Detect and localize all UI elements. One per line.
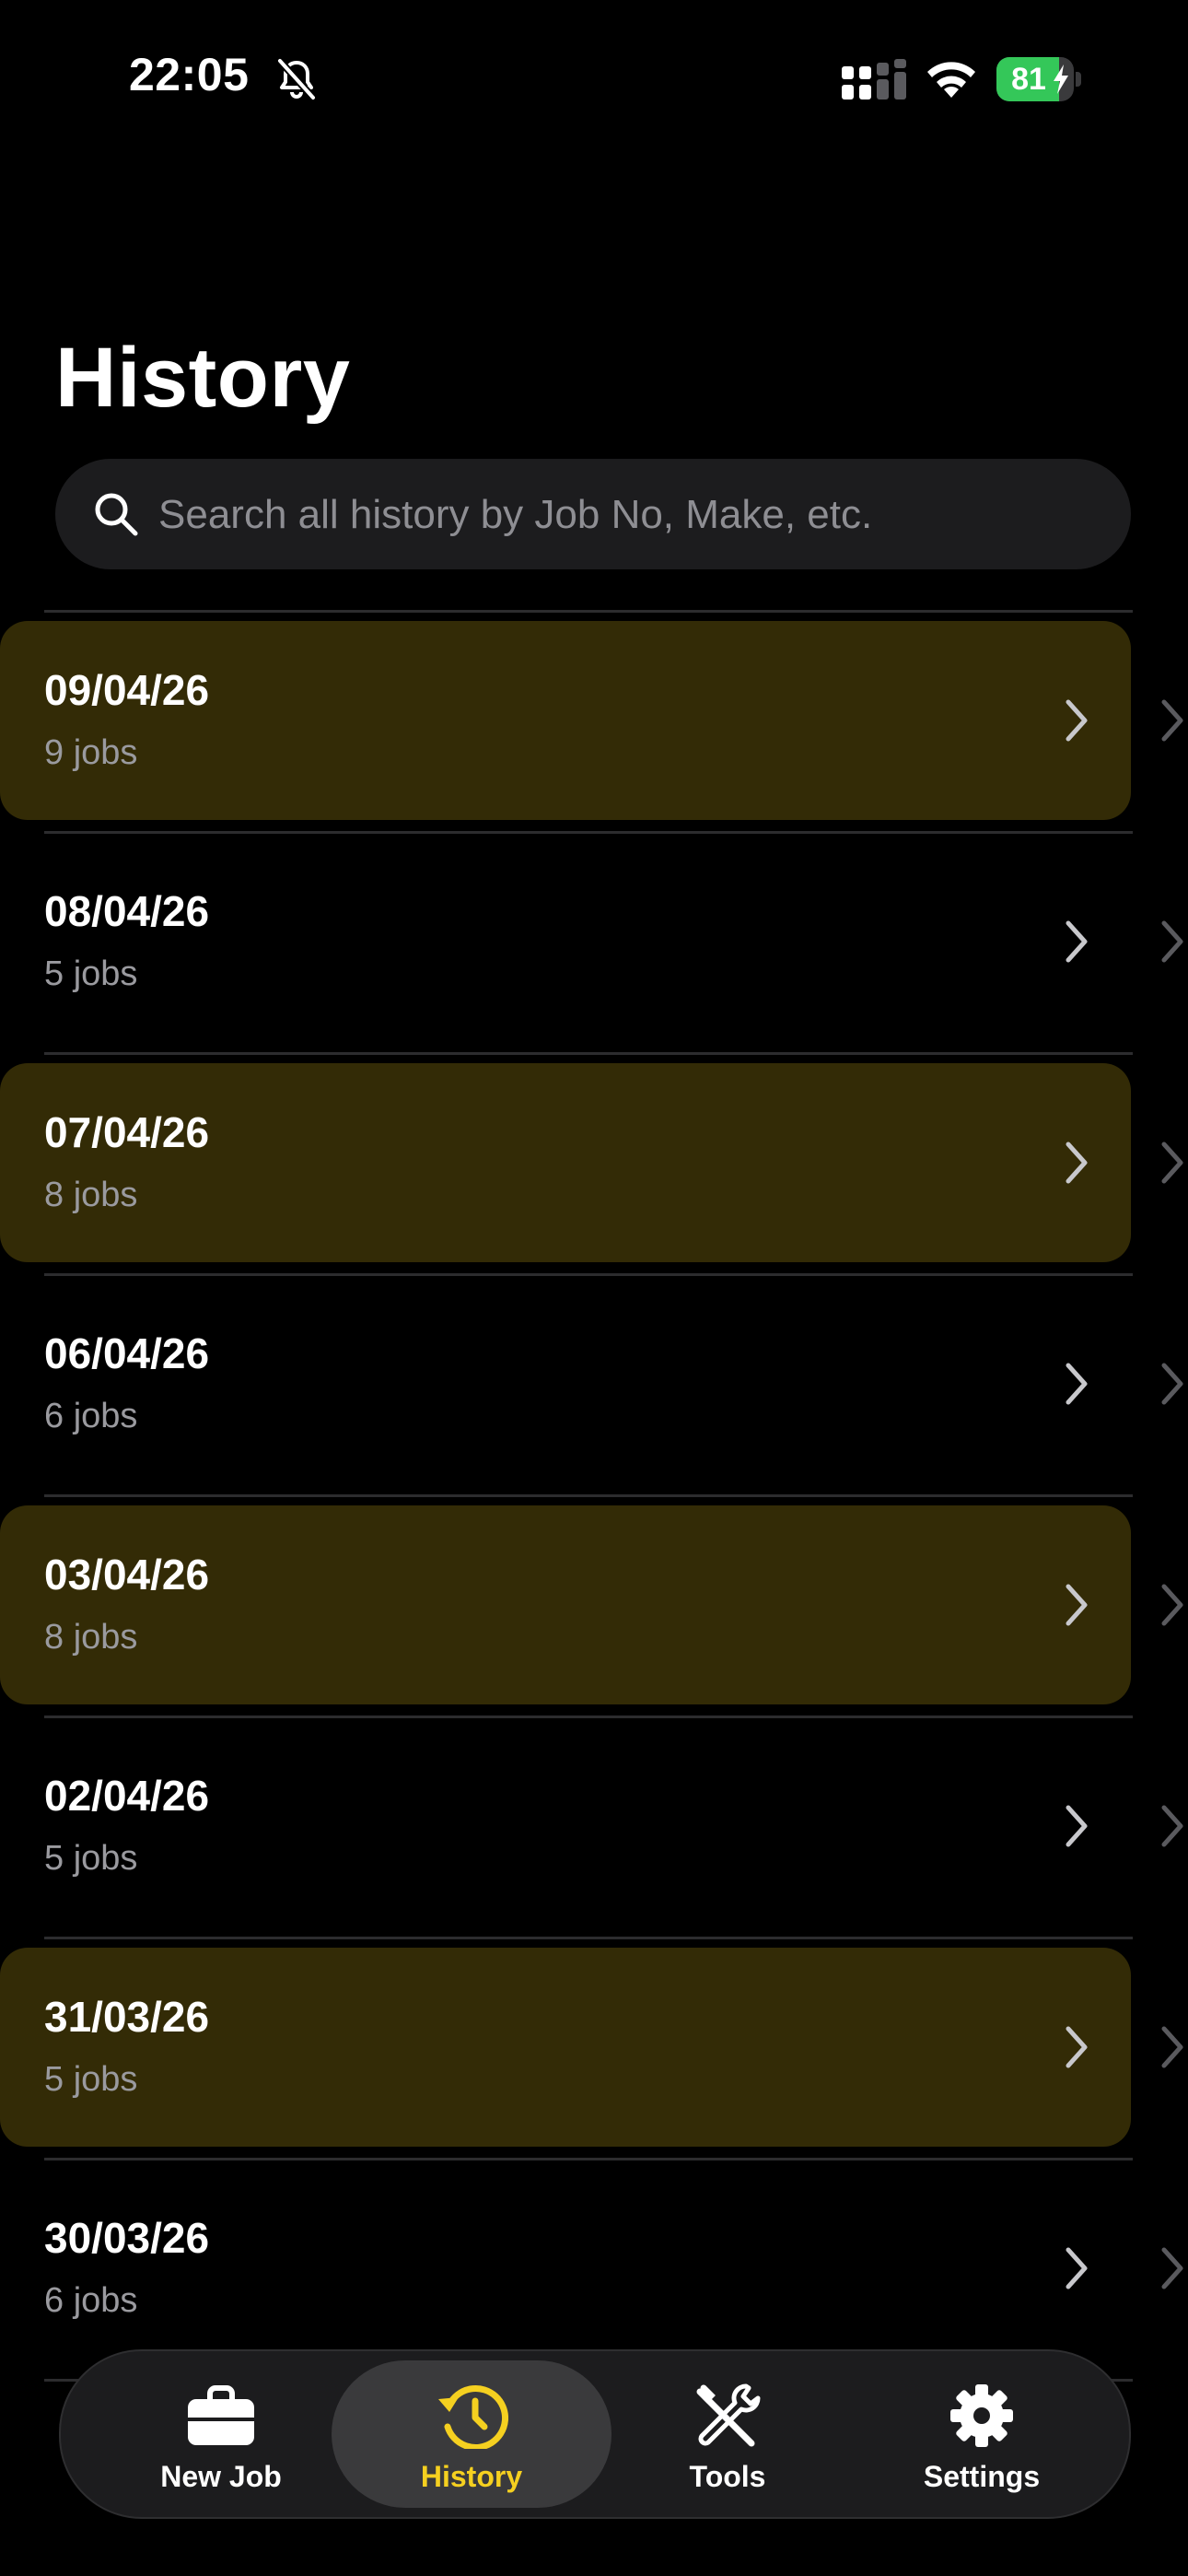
chevron-right-icon xyxy=(1161,1805,1183,1847)
row-divider xyxy=(44,1937,1133,1939)
battery-indicator: 81 xyxy=(996,57,1081,101)
tab-label: New Job xyxy=(160,2460,282,2493)
history-date: 07/04/26 xyxy=(44,1108,210,1156)
search-input[interactable] xyxy=(157,459,1100,571)
search-icon xyxy=(95,493,138,536)
tools-icon xyxy=(696,2383,761,2447)
tab-history[interactable]: History xyxy=(332,2360,611,2508)
chevron-right-icon xyxy=(1066,1805,1088,1847)
chevron-right-icon xyxy=(1161,2247,1183,2289)
chevron-right-icon xyxy=(1161,1142,1183,1184)
history-row[interactable]: 30/03/26 6 jobs xyxy=(0,2169,1131,2368)
clock-history-icon xyxy=(438,2385,508,2449)
history-row[interactable]: 09/04/26 9 jobs xyxy=(0,621,1131,820)
history-date: 09/04/26 xyxy=(44,666,210,714)
history-job-count: 5 jobs xyxy=(44,1839,138,1878)
row-divider xyxy=(44,1715,1133,1718)
history-date: 02/04/26 xyxy=(44,1772,210,1820)
gear-icon xyxy=(950,2384,1013,2447)
bell-slash-icon xyxy=(277,58,316,100)
cellular-signal-icon xyxy=(842,59,906,100)
chevron-right-icon xyxy=(1066,1142,1088,1184)
history-row[interactable]: 03/04/26 8 jobs xyxy=(0,1505,1131,1704)
history-job-count: 6 jobs xyxy=(44,2281,138,2320)
history-row[interactable]: 02/04/26 5 jobs xyxy=(0,1727,1131,1926)
chevron-right-icon xyxy=(1066,2247,1088,2289)
row-divider xyxy=(44,2158,1133,2160)
tab-settings[interactable]: Settings xyxy=(842,2360,1122,2508)
row-divider xyxy=(44,831,1133,834)
history-job-count: 9 jobs xyxy=(44,733,138,772)
battery-charging-icon xyxy=(1054,64,1068,94)
history-row[interactable]: 31/03/26 5 jobs xyxy=(0,1948,1131,2147)
history-job-count: 8 jobs xyxy=(44,1618,138,1657)
history-date: 03/04/26 xyxy=(44,1551,210,1598)
chevron-right-icon xyxy=(1066,2026,1088,2068)
history-job-count: 8 jobs xyxy=(44,1176,138,1214)
tab-label: History xyxy=(420,2460,523,2493)
history-job-count: 6 jobs xyxy=(44,1397,138,1435)
tab-tools[interactable]: Tools xyxy=(588,2360,868,2508)
chevron-right-icon xyxy=(1161,2026,1183,2068)
history-date: 06/04/26 xyxy=(44,1329,210,1377)
chevron-right-icon xyxy=(1066,1363,1088,1405)
chevron-right-icon xyxy=(1066,920,1088,963)
history-date: 30/03/26 xyxy=(44,2214,210,2262)
page-title: History xyxy=(55,331,351,425)
chevron-right-icon xyxy=(1161,920,1183,963)
row-divider xyxy=(44,1273,1133,1276)
row-divider xyxy=(44,610,1133,613)
chevron-right-icon xyxy=(1066,1584,1088,1626)
search-bar[interactable] xyxy=(55,459,1131,571)
tab-label: Settings xyxy=(923,2460,1041,2493)
row-divider xyxy=(44,1494,1133,1497)
history-date: 31/03/26 xyxy=(44,1993,210,2041)
history-job-count: 5 jobs xyxy=(44,2060,138,2099)
chevron-right-icon xyxy=(1161,1363,1183,1405)
tab-bar: New Job History Tools Settings xyxy=(59,2349,1131,2519)
wifi-icon xyxy=(927,62,975,98)
history-row[interactable]: 07/04/26 8 jobs xyxy=(0,1063,1131,1262)
status-time: 22:05 xyxy=(129,49,250,100)
chevron-right-icon xyxy=(1161,699,1183,742)
tab-new-job[interactable]: New Job xyxy=(81,2360,361,2508)
chevron-right-icon xyxy=(1066,699,1088,742)
history-row[interactable]: 08/04/26 5 jobs xyxy=(0,842,1131,1041)
chevron-right-icon xyxy=(1161,1584,1183,1626)
row-divider xyxy=(44,1052,1133,1055)
history-date: 08/04/26 xyxy=(44,887,210,935)
tab-label: Tools xyxy=(689,2460,766,2493)
history-job-count: 5 jobs xyxy=(44,954,138,993)
history-screen: 22:05 81 History Search all history by J… xyxy=(0,0,1188,2576)
briefcase-icon xyxy=(188,2385,254,2445)
history-row[interactable]: 06/04/26 6 jobs xyxy=(0,1284,1131,1483)
